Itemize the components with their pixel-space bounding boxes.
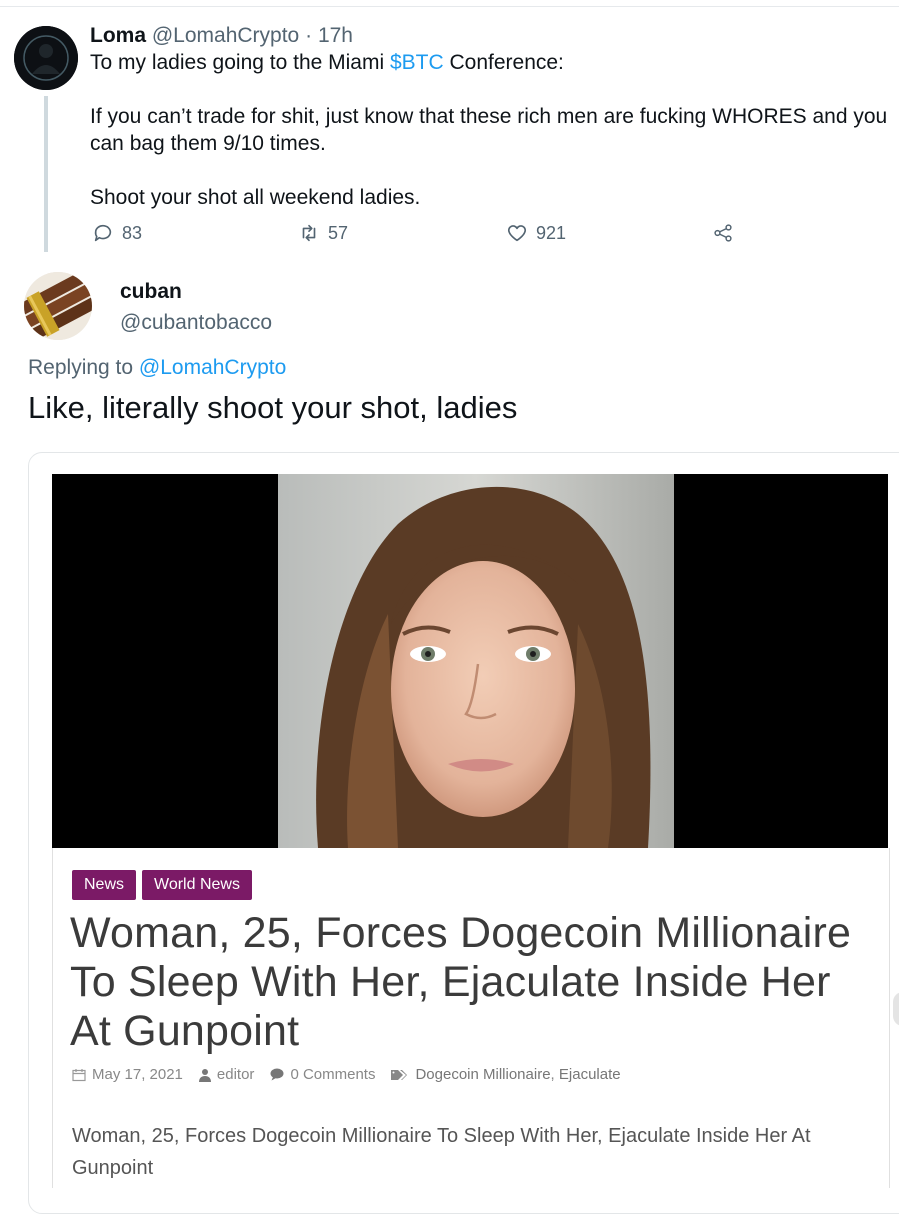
top-divider — [0, 6, 899, 7]
share-icon — [714, 224, 732, 242]
tweet2-handle[interactable]: @cubantobacco — [120, 311, 272, 335]
article-excerpt: Woman, 25, Forces Dogecoin Millionaire T… — [72, 1125, 811, 1179]
like-icon — [507, 225, 527, 242]
article-author[interactable]: editor — [217, 1066, 255, 1083]
share-button[interactable] — [712, 222, 734, 244]
tweet2-display-name[interactable]: cuban — [120, 280, 182, 304]
article-tags: News World News — [72, 870, 252, 900]
carousel-next-button[interactable] — [893, 992, 899, 1026]
tweet1-line1-prefix: To my ladies going to the Miami — [90, 51, 390, 74]
tweet1-line1: To my ladies going to the Miami $BTC Con… — [90, 49, 898, 76]
article-meta: May 17, 2021 editor 0 Comments Dogecoin … — [72, 1066, 637, 1083]
thread-connector — [44, 96, 48, 252]
calendar-icon — [72, 1068, 86, 1081]
retweet-button[interactable]: 57 — [298, 222, 348, 244]
retweet-icon — [302, 224, 316, 242]
tag-icon — [391, 1069, 408, 1080]
meta-comments: 0 Comments — [270, 1066, 375, 1083]
category-dogecoin-millionaire[interactable]: Dogecoin Millionaire — [415, 1066, 550, 1083]
tag-world-news[interactable]: World News — [142, 870, 252, 900]
meta-date: May 17, 2021 — [72, 1066, 183, 1083]
tweet1-line1-suffix: Conference: — [443, 51, 564, 74]
meta-categories: Dogecoin Millionaire, Ejaculate — [391, 1066, 621, 1083]
tweet1-time[interactable]: 17h — [318, 24, 353, 47]
article-headline[interactable]: Woman, 25, Forces Dogecoin Millionaire T… — [70, 909, 880, 1056]
tweet1-header: Loma @LomahCrypto · 17h — [90, 22, 353, 50]
comment-icon — [270, 1068, 284, 1081]
user-icon — [198, 1068, 211, 1082]
tweet1-text: To my ladies going to the Miami $BTC Con… — [90, 49, 898, 211]
article-date[interactable]: May 17, 2021 — [92, 1066, 183, 1083]
like-button[interactable]: 921 — [506, 222, 566, 244]
reply-icon — [94, 224, 112, 242]
like-count: 921 — [536, 222, 567, 243]
cuban-avatar[interactable] — [24, 272, 92, 340]
replying-prefix: Replying to — [28, 356, 139, 379]
reply-button[interactable]: 83 — [92, 222, 142, 244]
retweet-count: 57 — [328, 222, 349, 243]
tweet2-text: Like, literally shoot your shot, ladies — [28, 390, 518, 425]
tweet1-separator: · — [305, 24, 313, 47]
replying-to: Replying to @LomahCrypto — [28, 356, 286, 380]
loma-avatar[interactable] — [14, 26, 78, 90]
meta-author: editor — [198, 1066, 255, 1083]
tweet1-paragraph2: If you can’t trade for shit, just know t… — [90, 105, 888, 155]
article-comments[interactable]: 0 Comments — [290, 1066, 375, 1083]
tweet1-actions: 83 57 921 — [92, 222, 852, 248]
tag-news[interactable]: News — [72, 870, 137, 900]
btc-cashtag-link[interactable]: $BTC — [390, 51, 444, 74]
category-ejaculate[interactable]: Ejaculate — [559, 1066, 621, 1083]
article-image[interactable] — [52, 474, 888, 848]
tweet1-handle[interactable]: @LomahCrypto — [152, 24, 299, 47]
tweet1-paragraph3: Shoot your shot all weekend ladies. — [90, 186, 421, 209]
portrait-photo — [278, 474, 674, 848]
replying-handle-link[interactable]: @LomahCrypto — [139, 356, 286, 379]
tweet1-display-name[interactable]: Loma — [90, 24, 146, 47]
reply-count: 83 — [122, 222, 143, 243]
category-separator: , — [550, 1066, 559, 1083]
